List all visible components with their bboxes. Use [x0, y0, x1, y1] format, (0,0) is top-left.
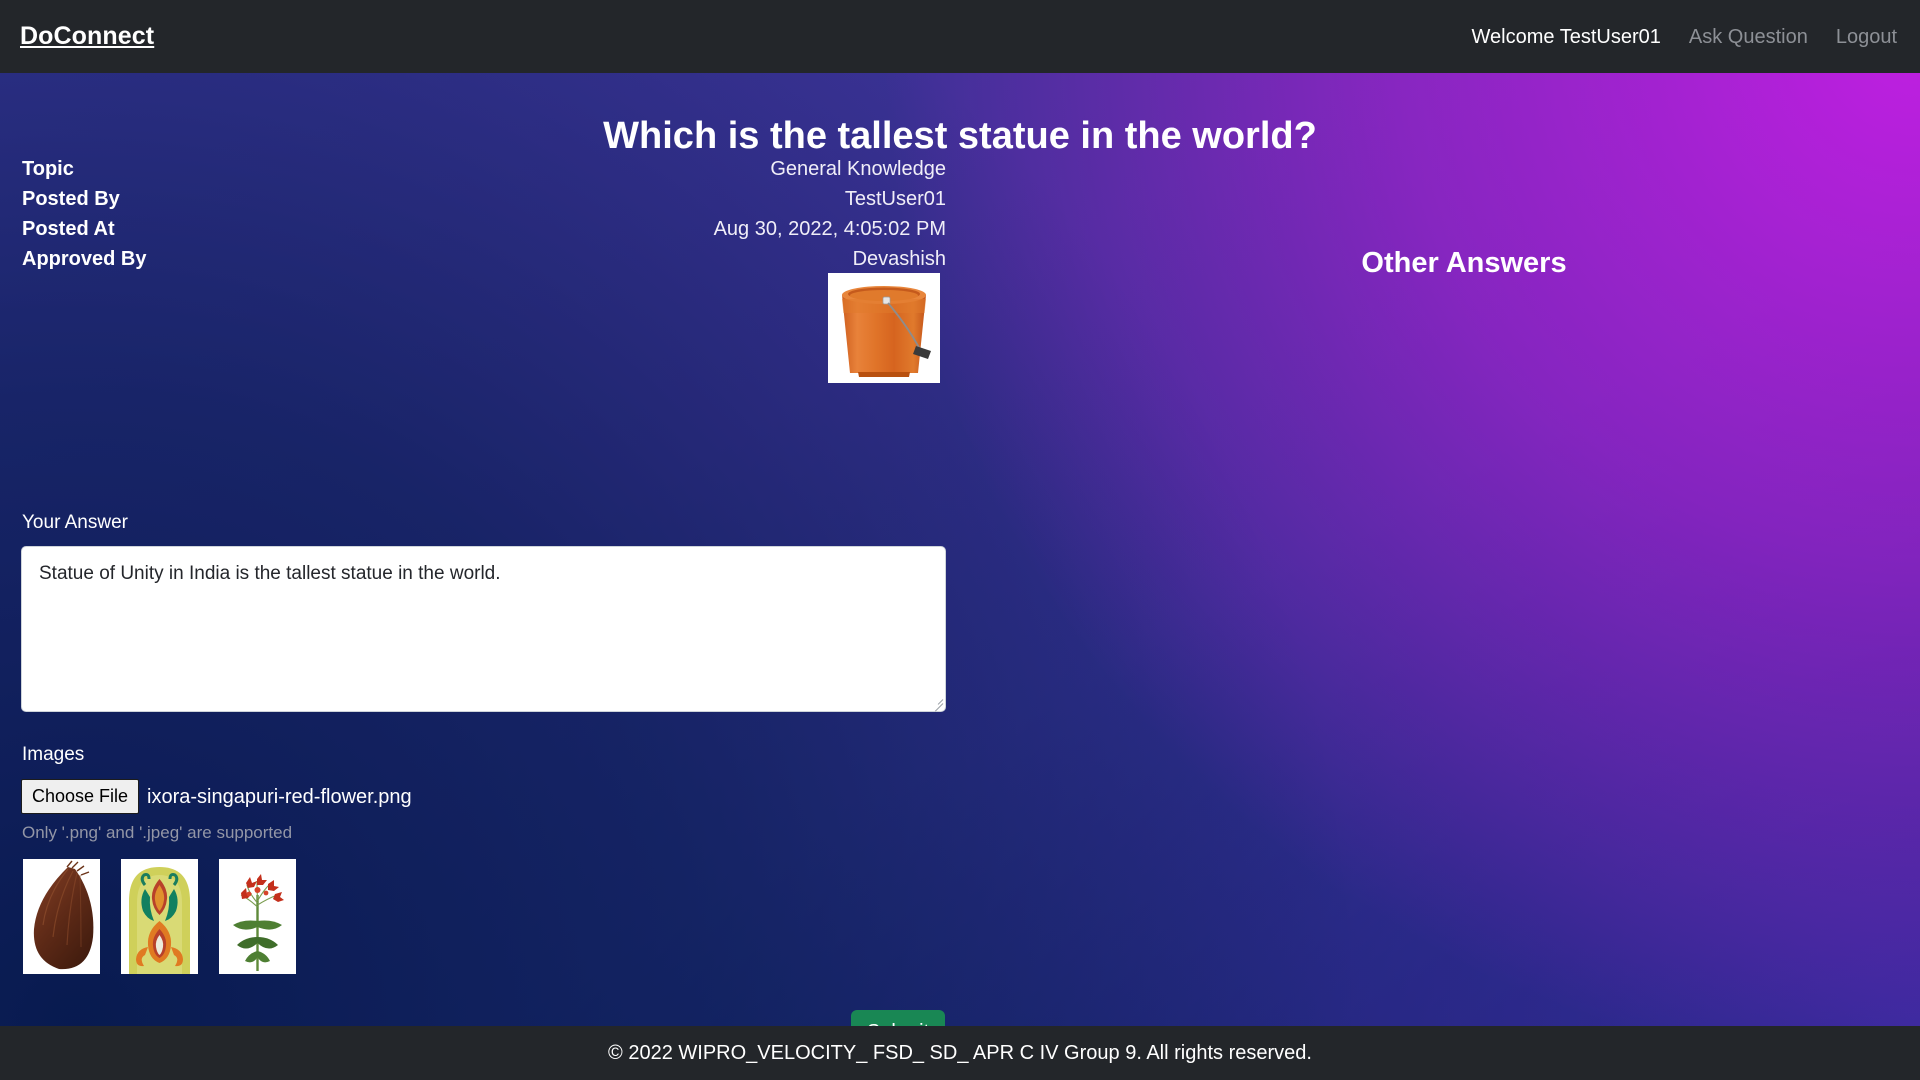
file-upload-row: Choose File ixora-singapuri-red-flower.p… — [21, 779, 412, 814]
meta-row-posted-by: Posted By TestUser01 — [22, 189, 946, 219]
red-flower-plant-icon — [219, 859, 296, 974]
footer-copyright-text: © 2022 WIPRO_VELOCITY_ FSD_ SD_ APR C IV… — [608, 1041, 1312, 1064]
navbar: DoConnect Welcome TestUser01 Ask Questio… — [0, 0, 1920, 73]
selected-file-name: ixora-singapuri-red-flower.png — [147, 785, 412, 808]
question-meta: Topic General Knowledge Posted By TestUs… — [22, 159, 946, 279]
your-answer-label: Your Answer — [22, 512, 128, 533]
coconut-icon — [23, 859, 100, 974]
navbar-links: Welcome TestUser01 Ask Question Logout — [1458, 27, 1897, 47]
question-image — [828, 273, 940, 383]
brand-logo[interactable]: DoConnect — [20, 24, 154, 49]
thumbnail-item[interactable] — [121, 859, 198, 974]
orange-bucket-icon — [828, 273, 940, 383]
meta-label-posted-at: Posted At — [22, 218, 115, 240]
nav-link-logout[interactable]: Logout — [1822, 27, 1897, 47]
welcome-user-label: Welcome TestUser01 — [1471, 25, 1661, 48]
main-content: Which is the tallest statue in the world… — [0, 73, 1920, 1054]
footer: © 2022 WIPRO_VELOCITY_ FSD_ SD_ APR C IV… — [0, 1026, 1920, 1080]
file-format-hint: Only '.png' and '.jpeg' are supported — [22, 823, 293, 842]
other-answers-heading: Other Answers — [1361, 247, 1567, 280]
meta-label-topic: Topic — [22, 158, 74, 180]
app-root: DoConnect Welcome TestUser01 Ask Questio… — [0, 0, 1920, 1080]
meta-value-posted-by: TestUser01 — [844, 188, 946, 210]
meta-value-posted-at: Aug 30, 2022, 4:05:02 PM — [713, 218, 946, 240]
meta-row-approved-by: Approved By Devashish — [22, 249, 946, 279]
nav-link-ask-question[interactable]: Ask Question — [1675, 27, 1822, 47]
meta-value-approved-by: Devashish — [852, 248, 946, 270]
ornament-pattern-icon — [121, 859, 198, 974]
answer-textarea[interactable] — [21, 546, 946, 712]
thumbnail-item[interactable] — [23, 859, 100, 974]
question-title: Which is the tallest statue in the world… — [603, 115, 1317, 158]
meta-label-approved-by: Approved By — [22, 248, 147, 270]
meta-row-posted-at: Posted At Aug 30, 2022, 4:05:02 PM — [22, 219, 946, 249]
meta-row-topic: Topic General Knowledge — [22, 159, 946, 189]
uploaded-thumbnails — [23, 859, 296, 974]
meta-label-posted-by: Posted By — [22, 188, 120, 210]
thumbnail-item[interactable] — [219, 859, 296, 974]
meta-value-topic: General Knowledge — [770, 158, 946, 180]
images-label: Images — [22, 744, 85, 765]
choose-file-button[interactable]: Choose File — [21, 779, 140, 814]
